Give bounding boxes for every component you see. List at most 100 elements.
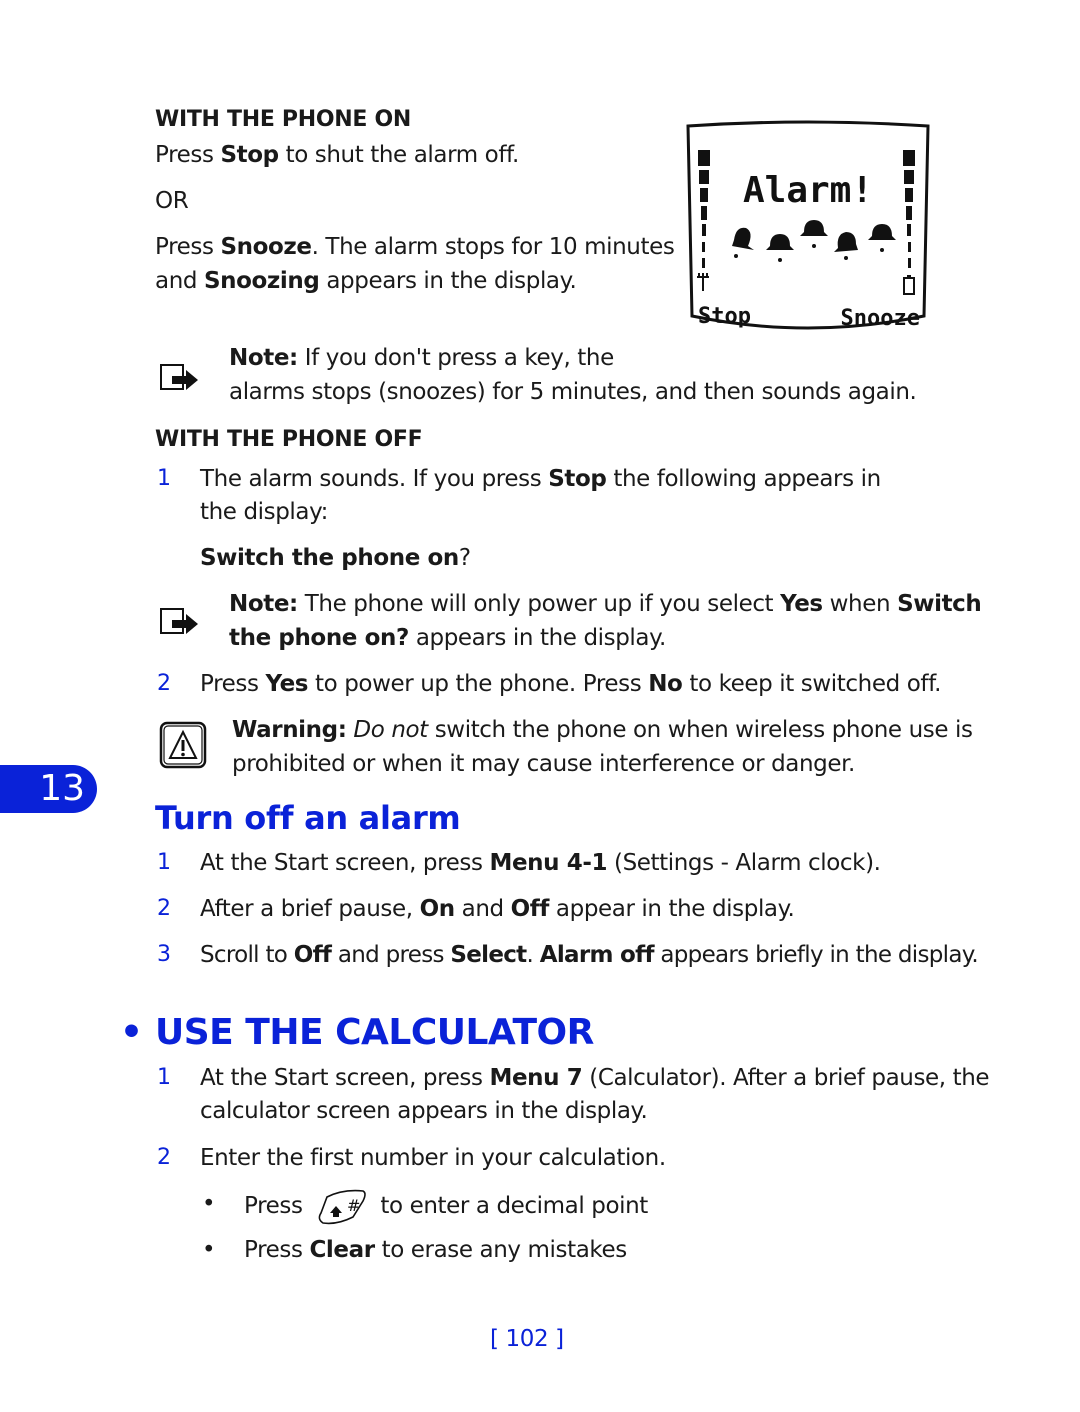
note-label: Note: — [229, 591, 298, 617]
step-number: 2 — [157, 896, 171, 921]
note-power-up-line1: Note: The phone will only power up if yo… — [229, 587, 982, 621]
note-icon — [160, 364, 198, 390]
text: to shut the alarm off. — [278, 142, 520, 168]
text: (Settings - Alarm clock). — [607, 850, 881, 876]
step-number: 1 — [157, 850, 171, 875]
text: If you don't press a key, the — [297, 345, 614, 371]
note-power-up-line2: the phone on? appears in the display. — [229, 621, 666, 655]
text: Press — [155, 234, 221, 260]
step-alarm-sounds: The alarm sounds. If you press Stop the … — [200, 462, 881, 496]
svg-text:#: # — [347, 1196, 360, 1215]
bold-term: Stop — [220, 142, 279, 168]
step-number: 1 — [157, 1065, 171, 1090]
text: and press — [331, 942, 451, 968]
warning-label: Warning: — [232, 717, 347, 743]
text: appears briefly in the display. — [653, 942, 979, 968]
note-dont-press-line1: Note: If you don't press a key, the — [229, 341, 614, 375]
warning-icon — [159, 721, 207, 769]
step-number: 3 — [157, 942, 171, 967]
text: The phone will only power up if you sele… — [297, 591, 781, 617]
page-number: [ 102 ] — [490, 1326, 564, 1352]
warning-line2: prohibited or when it may cause interfer… — [232, 751, 855, 777]
text: Press — [244, 1237, 310, 1263]
step-number: 2 — [157, 671, 171, 696]
phone-screen-frame: Alarm! Stop Snooze — [686, 120, 930, 331]
text: appears in the display. — [319, 268, 577, 294]
bullet-press-clear: Press Clear to erase any mistakes — [244, 1233, 627, 1267]
text: when — [822, 591, 898, 617]
bold-term: Off — [510, 896, 550, 922]
text: Scroll to — [200, 942, 294, 968]
note-icon — [160, 608, 198, 634]
step-number: 1 — [157, 466, 171, 491]
text: the following appears in — [606, 466, 881, 492]
bold-term: Switch the phone on — [200, 545, 459, 571]
text: . — [526, 942, 540, 968]
text: The alarm sounds. If you press — [200, 466, 549, 492]
text: At the Start screen, press — [200, 850, 490, 876]
text: to keep it switched off. — [682, 671, 942, 697]
text: switch the phone on when wireless phone … — [427, 717, 973, 743]
bold-term: Menu 4-1 — [489, 850, 608, 876]
bold-term: Snooze — [220, 234, 312, 260]
bold-term: Off — [293, 942, 332, 968]
note-dont-press-line2: alarms stops (snoozes) for 5 minutes, an… — [229, 379, 917, 405]
paragraph-snoozing: and Snoozing appears in the display. — [155, 264, 577, 298]
bold-term: Clear — [309, 1237, 375, 1263]
text: and — [454, 896, 511, 922]
bold-term: Snoozing — [203, 268, 320, 294]
paragraph-press-stop: Press Stop to shut the alarm off. — [155, 138, 519, 172]
section-heading-calculator: USE THE CALCULATOR — [155, 1012, 594, 1053]
bullet-dot: • — [202, 1191, 216, 1217]
text: appear in the display. — [549, 896, 795, 922]
bullet-press-hash: Press # to enter a decimal point — [244, 1187, 648, 1227]
text: ? — [458, 545, 471, 571]
step-press-menu-7: At the Start screen, press Menu 7 (Calcu… — [200, 1061, 990, 1095]
bold-term: Switch — [897, 591, 982, 617]
bold-term: On — [419, 896, 456, 922]
text: to power up the phone. Press — [308, 671, 649, 697]
display-text-switch-on: Switch the phone on? — [200, 541, 471, 575]
text: to erase any mistakes — [374, 1237, 628, 1263]
bold-term: Yes — [780, 591, 823, 617]
phone-display-illustration: Alarm! Stop Snooze — [684, 120, 932, 338]
note-label: Note: — [229, 345, 298, 371]
bold-term: Alarm off — [539, 942, 655, 968]
step-press-menu-4-1: At the Start screen, press Menu 4-1 (Set… — [200, 846, 881, 880]
text: Press — [200, 671, 266, 697]
text: (Calculator). After a brief pause, the — [582, 1065, 990, 1091]
chapter-number: 13 — [39, 768, 85, 809]
step-scroll-to-off: Scroll to Off and press Select. Alarm of… — [200, 938, 979, 972]
text: to enter a decimal point — [380, 1193, 648, 1219]
section-heading-phone-on: WITH THE PHONE ON — [155, 107, 411, 132]
chapter-tab: 13 — [0, 765, 97, 813]
section-heading-phone-off: WITH THE PHONE OFF — [155, 427, 423, 452]
step-enter-number: Enter the first number in your calculati… — [200, 1145, 666, 1171]
paragraph-press-snooze: Press Snooze. The alarm stops for 10 min… — [155, 230, 675, 264]
text: and — [155, 268, 204, 294]
bullet-dot: • — [202, 1237, 216, 1263]
step-press-yes: Press Yes to power up the phone. Press N… — [200, 667, 941, 701]
hash-shift-key-icon: # — [319, 1189, 367, 1225]
bold-term: Yes — [265, 671, 309, 697]
step-press-menu-7-line2: calculator screen appears in the display… — [200, 1098, 648, 1124]
italic-term: Do not — [346, 717, 428, 743]
warning-line1: Warning: Do not switch the phone on when… — [232, 713, 973, 747]
heading-bullet: • — [120, 1012, 144, 1053]
bold-term: No — [648, 671, 683, 697]
bold-term: the phone on? — [229, 625, 409, 651]
bold-term: Menu 7 — [489, 1065, 583, 1091]
text: Press — [244, 1193, 303, 1219]
step-on-off-appear: After a brief pause, On and Off appear i… — [200, 892, 795, 926]
text: After a brief pause, — [200, 896, 420, 922]
text: At the Start screen, press — [200, 1065, 490, 1091]
bold-term: Stop — [548, 466, 607, 492]
step-alarm-sounds-line2: the display: — [200, 499, 329, 525]
text: . The alarm stops for 10 minutes — [311, 234, 675, 260]
section-heading-turn-off-alarm: Turn off an alarm — [155, 799, 461, 837]
bold-term: Select — [450, 942, 527, 968]
softkey-snooze: Snooze — [841, 306, 920, 331]
step-number: 2 — [157, 1145, 171, 1170]
text: appears in the display. — [408, 625, 667, 651]
text: Press — [155, 142, 221, 168]
